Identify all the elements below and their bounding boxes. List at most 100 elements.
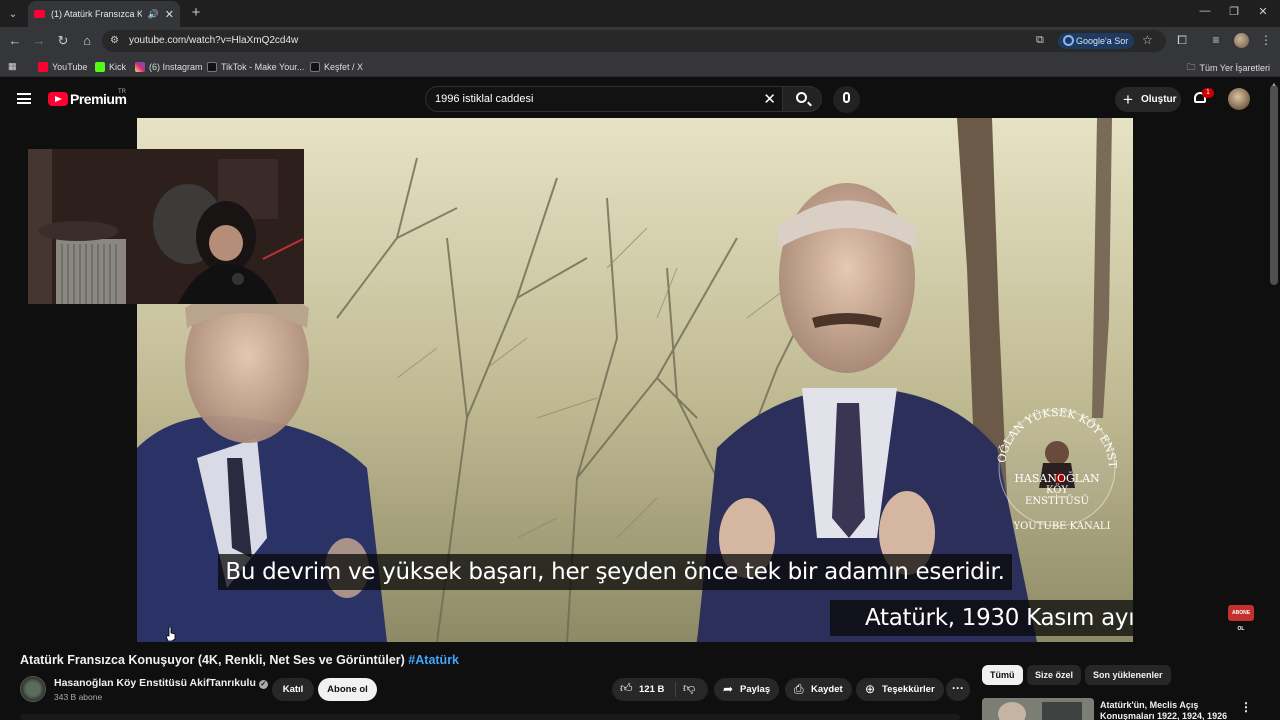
share-label: Paylaş (740, 684, 771, 695)
channel-name-text[interactable]: Hasanoğlan Köy Enstitüsü AkifTanrıkulu (54, 677, 256, 689)
share-button[interactable]: ➦ Paylaş (714, 678, 780, 701)
video-title-text: Atatürk Fransızca Konuşuyor (4K, Renkli,… (20, 653, 405, 667)
microphone-icon (843, 92, 850, 103)
chip-all[interactable]: Tümü (982, 665, 1023, 685)
forward-arrow-icon[interactable]: → (31, 33, 47, 48)
new-tab-button[interactable]: + (188, 4, 204, 21)
instagram-bookmark-icon (135, 61, 145, 72)
reload-icon[interactable]: ↻ (55, 33, 71, 49)
bookmark-label: YouTube (52, 61, 88, 72)
bookmark-label: TikTok - Make Your... (221, 61, 305, 72)
thanks-label: Teşekkürler (882, 684, 935, 695)
like-thumb-icon[interactable]: 👍︎ (620, 681, 633, 696)
bookmark-kick[interactable]: Kick (95, 60, 126, 73)
save-button[interactable]: ⎙ Kaydet (785, 678, 852, 701)
page-scrollbar[interactable] (1270, 85, 1278, 285)
notifications-button[interactable]: 1 (1193, 88, 1214, 105)
channel-avatar[interactable] (20, 676, 46, 702)
account-avatar[interactable] (1228, 88, 1250, 110)
all-bookmarks-label: Tüm Yer İşaretleri (1199, 63, 1270, 73)
like-divider (675, 682, 676, 697)
dislike-thumb-icon[interactable]: 👎︎ (683, 681, 695, 696)
close-window-button[interactable]: ✕ (1256, 5, 1270, 18)
all-bookmarks-folder[interactable]: 🗀 Tüm Yer İşaretleri (1186, 60, 1270, 76)
tab-title: (1) Atatürk Fransızca Konuş (51, 9, 142, 19)
address-bar[interactable]: ⚙ youtube.com/watch?v=HlaXmQ2cd4w ⧉ Goog… (102, 30, 1166, 52)
bookmark-label: Keşfet / X (324, 61, 364, 72)
subscribe-button[interactable]: Abone ol (318, 678, 377, 701)
tab-search-icon[interactable]: ⌄ (4, 5, 22, 23)
chip-recently-uploaded[interactable]: Son yüklenenler (1085, 665, 1171, 685)
google-ask-label: Google'a Sor (1076, 36, 1129, 46)
url-text[interactable]: youtube.com/watch?v=HlaXmQ2cd4w (129, 35, 298, 46)
bookmark-instagram[interactable]: (6) Instagram (135, 60, 203, 73)
reading-list-icon[interactable]: ≡ (1208, 33, 1224, 47)
search-input[interactable]: 1996 istiklal caddesi ✕ (425, 86, 783, 112)
super-thanks-icon: ⊕ (865, 682, 876, 696)
verified-check-icon: ✓ (258, 680, 268, 689)
channel-name[interactable]: Hasanoğlan Köy Enstitüsü AkifTanrıkulu ✓ (54, 677, 268, 689)
subscribe-watermark-button[interactable]: ABONE OL (1228, 605, 1254, 632)
apps-grid-icon[interactable]: ▦ (8, 60, 17, 73)
subscriber-count: 343 B abone (54, 692, 103, 702)
save-label: Kaydet (811, 684, 843, 695)
audio-playing-icon[interactable]: 🔊 (148, 9, 159, 20)
bookmark-label: (6) Instagram (149, 61, 203, 72)
search-button[interactable] (782, 86, 822, 112)
join-button[interactable]: Katıl (272, 678, 314, 701)
guide-menu-icon[interactable] (17, 93, 31, 104)
scroll-up-arrow-icon[interactable]: ▲ (1271, 82, 1277, 88)
browser-menu-icon[interactable]: ⋮ (1258, 33, 1274, 47)
voice-search-button[interactable] (833, 86, 860, 113)
chip-for-you[interactable]: Size özel (1027, 665, 1082, 685)
tiktok-bookmark-icon (207, 61, 217, 72)
folder-icon: 🗀 (1186, 62, 1196, 72)
thumbnail-image (982, 698, 1094, 720)
home-icon[interactable]: ⌂ (79, 33, 95, 48)
close-tab-icon[interactable]: ✕ (165, 8, 174, 21)
bookmark-tiktok[interactable]: TikTok - Make Your... (207, 60, 304, 73)
browser-tab-strip: ⌄ (1) Atatürk Fransızca Konuş 🔊 ✕ + — ❐ … (0, 0, 1280, 27)
extensions-icon[interactable]: ⧠ (1174, 33, 1190, 48)
thanks-button[interactable]: ⊕ Teşekkürler (856, 678, 944, 701)
description-box-edge[interactable] (20, 714, 960, 720)
bookmark-star-icon[interactable]: ☆ (1142, 33, 1153, 47)
streamer-webcam-overlay (28, 149, 304, 304)
youtube-bookmark-icon (38, 61, 48, 72)
video-lower-third: Atatürk, 1930 Kasım ayında (830, 600, 1133, 636)
clear-search-icon[interactable]: ✕ (763, 90, 776, 108)
notification-badge: 1 (1202, 88, 1214, 98)
google-ask-button[interactable]: Google'a Sor (1058, 33, 1135, 49)
video-title: Atatürk Fransızca Konuşuyor (4K, Renkli,… (20, 653, 459, 667)
browser-profile-avatar[interactable] (1234, 33, 1249, 48)
bookmark-x[interactable]: Keşfet / X (310, 60, 363, 73)
svg-text:YOUTUBE KANALI: YOUTUBE KANALI (1012, 521, 1110, 532)
svg-text:HASANOĞLAN: HASANOĞLAN (1014, 471, 1100, 485)
minimize-window-button[interactable]: — (1198, 5, 1212, 17)
x-bookmark-icon (310, 61, 320, 72)
browser-tab-active[interactable]: (1) Atatürk Fransızca Konuş 🔊 ✕ (28, 1, 180, 27)
svg-text:KÖY: KÖY (1046, 484, 1068, 496)
recommended-video-title[interactable]: Atatürk'ün, Meclis Açış Konuşmaları 1922… (1100, 700, 1230, 720)
hashtag-link[interactable]: #Atatürk (408, 653, 459, 667)
like-count[interactable]: 121 B (639, 684, 664, 695)
youtube-logo-icon[interactable] (48, 92, 68, 106)
recommended-more-icon[interactable]: ⋮ (1240, 700, 1252, 714)
hand-cursor-icon (166, 627, 176, 641)
search-query[interactable]: 1996 istiklal caddesi (435, 93, 533, 105)
more-actions-icon[interactable]: ··· (946, 678, 970, 701)
restore-window-button[interactable]: ❐ (1227, 5, 1241, 18)
region-code: TR (118, 89, 126, 95)
plus-icon: + (1123, 90, 1133, 109)
bookmark-label: Kick (109, 61, 127, 72)
bookmark-youtube[interactable]: YouTube (38, 60, 87, 73)
google-lens-icon (1063, 35, 1074, 46)
kick-bookmark-icon (95, 61, 105, 72)
create-button[interactable]: + Oluştur (1115, 87, 1181, 112)
install-app-icon[interactable]: ⧉ (1036, 34, 1044, 47)
recommended-video-thumbnail[interactable] (982, 698, 1094, 720)
site-info-icon[interactable]: ⚙ (110, 35, 122, 47)
youtube-favicon-icon (34, 10, 45, 18)
browser-toolbar: ← → ↻ ⌂ ⚙ youtube.com/watch?v=HlaXmQ2cd4… (0, 27, 1280, 56)
back-arrow-icon[interactable]: ← (7, 33, 23, 48)
